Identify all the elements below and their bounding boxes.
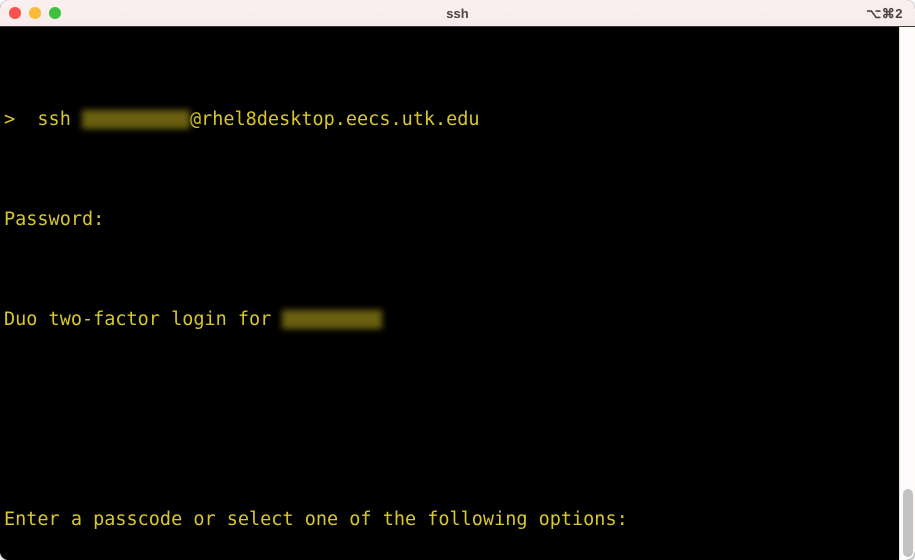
terminal-content-area[interactable]: > ssh @rhel8desktop.eecs.utk.edu Passwor… bbox=[0, 27, 915, 560]
vertical-scrollbar-track[interactable] bbox=[899, 27, 915, 560]
instruction-text: Enter a passcode or select one of the fo… bbox=[4, 509, 628, 530]
maximize-window-button[interactable] bbox=[49, 7, 61, 19]
terminal-line-ssh-command: > ssh @rhel8desktop.eecs.utk.edu bbox=[4, 107, 884, 132]
terminal-window: ssh ⌥⌘2 > ssh @rhel8desktop.eecs.utk.edu… bbox=[0, 0, 915, 560]
duo-login-prefix: Duo two-factor login for bbox=[4, 309, 283, 330]
ssh-command-host: @rhel8desktop.eecs.utk.edu bbox=[189, 109, 480, 130]
close-window-button[interactable] bbox=[9, 7, 21, 19]
terminal-line-blank-1 bbox=[4, 407, 884, 432]
vertical-scrollbar-thumb[interactable] bbox=[903, 489, 913, 557]
redacted-duo-username-block bbox=[282, 310, 383, 329]
terminal-line-instruction: Enter a passcode or select one of the fo… bbox=[4, 507, 884, 532]
traffic-light-group bbox=[9, 7, 61, 19]
window-titlebar[interactable]: ssh ⌥⌘2 bbox=[0, 0, 915, 27]
terminal-line-password-prompt: Password: bbox=[4, 207, 884, 232]
redacted-username-block bbox=[81, 110, 190, 129]
window-title: ssh bbox=[446, 6, 469, 21]
terminal-text: > ssh @rhel8desktop.eecs.utk.edu Passwor… bbox=[4, 32, 884, 560]
window-shortcut-label: ⌥⌘2 bbox=[866, 6, 903, 21]
password-prompt-text: Password: bbox=[4, 209, 105, 230]
minimize-window-button[interactable] bbox=[29, 7, 41, 19]
terminal-line-duo-login: Duo two-factor login for bbox=[4, 307, 884, 332]
ssh-command-prefix: > ssh bbox=[4, 109, 82, 130]
